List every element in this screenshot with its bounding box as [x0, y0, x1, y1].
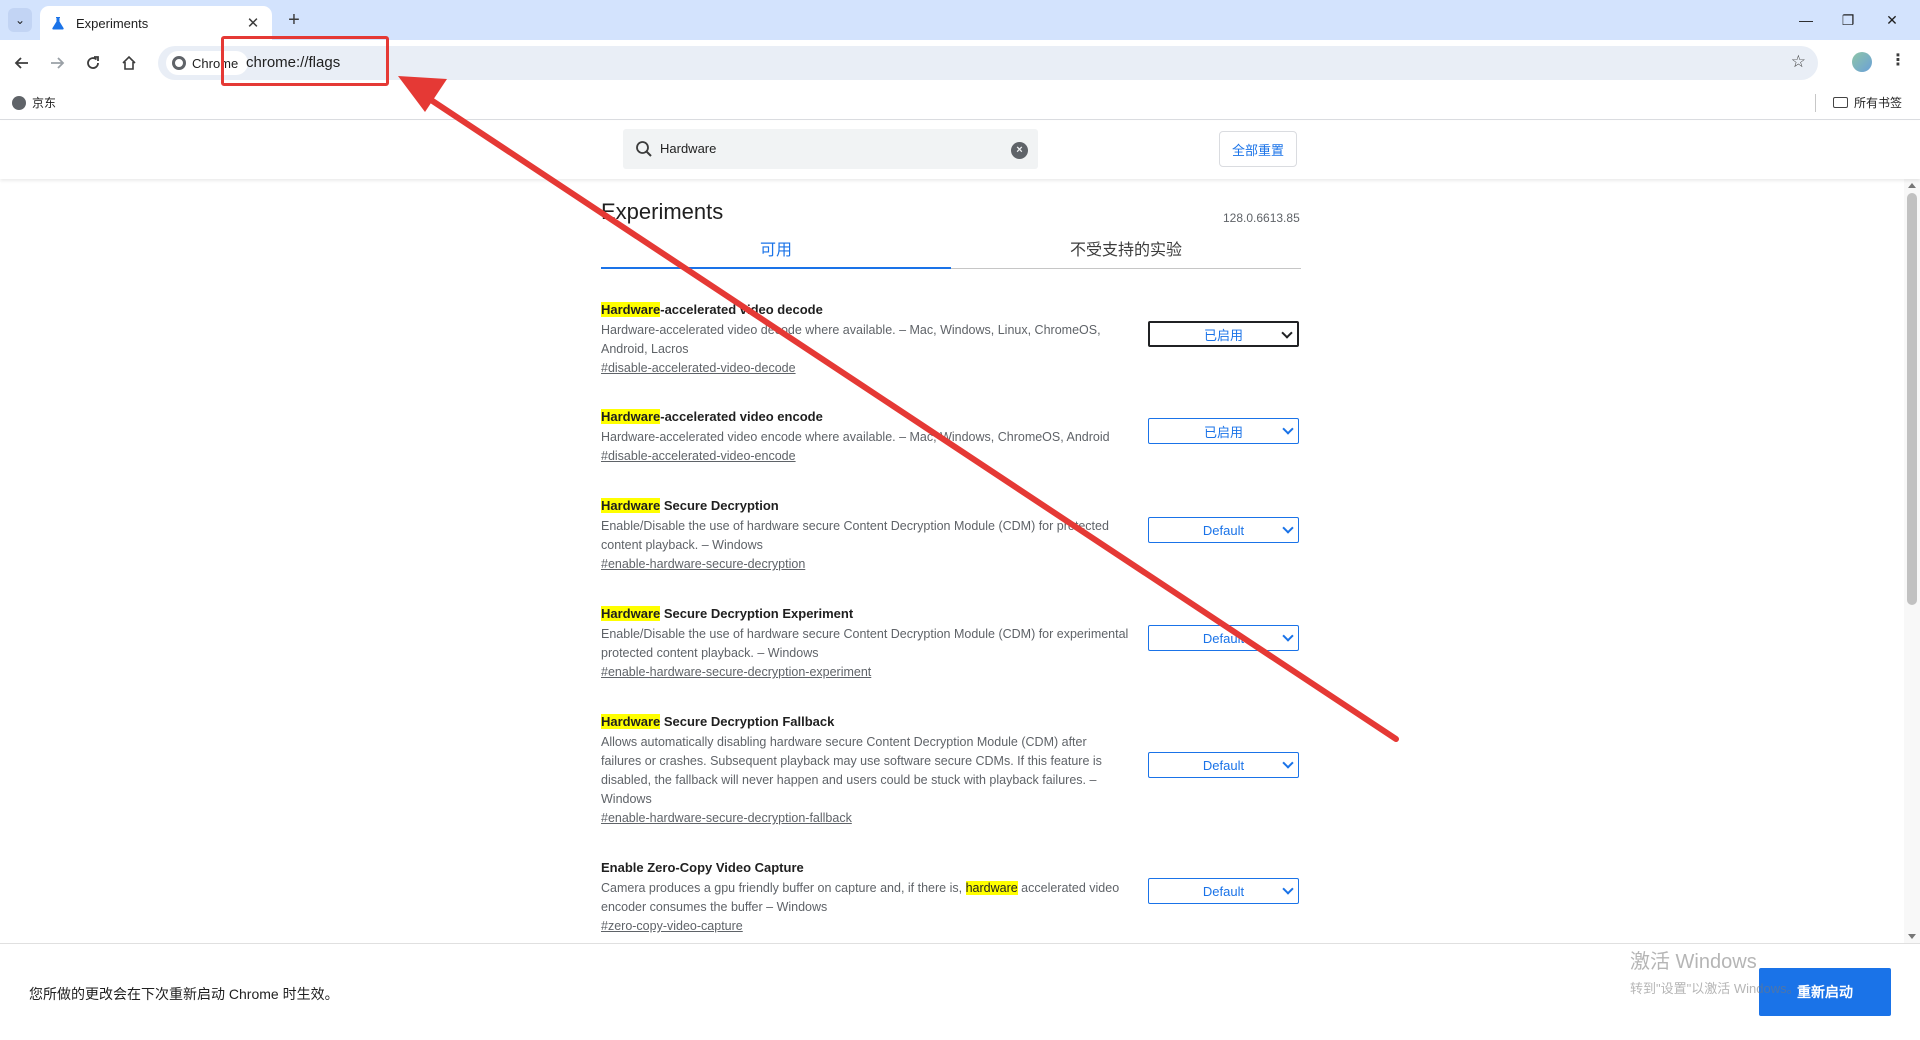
- chevron-down-icon: ⌄: [14, 13, 26, 27]
- watermark-line1: 激活 Windows: [1630, 951, 1757, 973]
- flag-select[interactable]: Default: [1148, 878, 1299, 904]
- watermark-line2: 转到"设置"以激活 Windows。: [1630, 981, 1800, 996]
- chrome-icon: [172, 56, 186, 70]
- activation-watermark: 激活 Windows 转到"设置"以激活 Windows。: [1630, 945, 1800, 997]
- search-highlight: hardware: [965, 881, 1018, 895]
- chevron-down-icon: [1282, 423, 1294, 435]
- tab-close-icon[interactable]: ✕: [244, 14, 262, 32]
- flask-icon: [50, 15, 66, 31]
- chevron-down-icon: [1282, 757, 1294, 769]
- flag-item: Hardware Secure Decryption Experiment En…: [601, 606, 1301, 681]
- flags-header: Hardware × 全部重置: [0, 121, 1920, 179]
- back-icon[interactable]: [10, 51, 34, 75]
- search-highlight: Hardware: [601, 606, 661, 621]
- restart-message: 您所做的更改会在下次重新启动 Chrome 时生效。: [29, 986, 339, 1002]
- profile-avatar[interactable]: [1852, 52, 1872, 72]
- flag-select[interactable]: 已启用: [1148, 418, 1299, 444]
- flag-link[interactable]: #enable-hardware-secure-decryption: [601, 557, 805, 571]
- chevron-down-icon: [1282, 883, 1294, 895]
- tab-search-button[interactable]: ⌄: [8, 8, 32, 32]
- flag-item: Hardware Secure Decryption Fallback Allo…: [601, 714, 1301, 827]
- flag-link[interactable]: #enable-hardware-secure-decryption-fallb…: [601, 811, 852, 825]
- version-label: 128.0.6613.85: [1223, 211, 1300, 225]
- scroll-up-icon[interactable]: [1908, 183, 1916, 188]
- chevron-down-icon: [1282, 522, 1294, 534]
- tab-available[interactable]: 可用: [601, 235, 951, 269]
- page-title: Experiments: [601, 199, 724, 224]
- scrollbar[interactable]: [1904, 179, 1920, 943]
- flags-tabs: 可用 不受支持的实验: [601, 235, 1301, 269]
- annotation-box: [221, 36, 389, 86]
- flags-content: Experiments 128.0.6613.85 可用 不受支持的实验 Har…: [0, 179, 1904, 943]
- flag-description: Enable/Disable the use of hardware secur…: [601, 627, 1129, 660]
- close-window-button[interactable]: ✕: [1864, 0, 1920, 40]
- all-bookmarks-label: 所有书签: [1854, 96, 1903, 110]
- flag-item: Enable Zero-Copy Video Capture Camera pr…: [601, 860, 1301, 935]
- flag-select[interactable]: Default: [1148, 517, 1299, 543]
- bookmark-item[interactable]: 京东: [12, 94, 56, 111]
- address-bar[interactable]: Chrome chrome://flags ☆: [158, 46, 1818, 80]
- search-highlight: Hardware: [601, 302, 661, 317]
- tab-strip: ⌄ Experiments ✕ + — ❐ ✕: [0, 0, 1920, 40]
- select-value: Default: [1202, 757, 1245, 773]
- select-value: Default: [1202, 522, 1245, 538]
- flag-description: Hardware-accelerated video decode where …: [601, 323, 1101, 356]
- home-icon[interactable]: [117, 51, 141, 75]
- tab-experiments[interactable]: Experiments ✕: [40, 6, 272, 40]
- flag-item: Hardware Secure Decryption Enable/Disabl…: [601, 498, 1301, 573]
- tab-title: Experiments: [76, 15, 149, 31]
- flag-name: Hardware-accelerated video decode: [601, 302, 823, 317]
- flag-name: Enable Zero-Copy Video Capture: [601, 860, 804, 875]
- flag-description: Allows automatically disabling hardware …: [601, 735, 1102, 806]
- search-value[interactable]: Hardware: [660, 141, 716, 156]
- flag-link[interactable]: #enable-hardware-secure-decryption-exper…: [601, 665, 871, 679]
- flag-link[interactable]: #disable-accelerated-video-encode: [601, 449, 796, 463]
- divider: [1815, 94, 1816, 112]
- search-icon: [635, 140, 653, 163]
- flag-name: Hardware Secure Decryption: [601, 498, 779, 513]
- search-highlight: Hardware: [601, 409, 661, 424]
- chevron-down-icon: [1282, 630, 1294, 642]
- reload-icon[interactable]: [81, 51, 105, 75]
- select-value: 已启用: [1203, 327, 1243, 343]
- flag-description: Hardware-accelerated video encode where …: [601, 430, 1110, 444]
- flag-select[interactable]: Default: [1148, 752, 1299, 778]
- flag-link[interactable]: #zero-copy-video-capture: [601, 919, 743, 933]
- select-value: 已启用: [1203, 424, 1243, 440]
- new-tab-button[interactable]: +: [282, 9, 306, 33]
- flag-description: Camera produces a gpu friendly buffer on…: [601, 881, 1120, 914]
- bookmark-star-icon[interactable]: ☆: [1791, 52, 1806, 72]
- flag-name: Hardware Secure Decryption Fallback: [601, 714, 835, 729]
- select-value: Default: [1202, 630, 1245, 646]
- flag-name: Hardware Secure Decryption Experiment: [601, 606, 854, 621]
- tab-unavailable[interactable]: 不受支持的实验: [951, 235, 1301, 269]
- flag-select[interactable]: 已启用: [1148, 321, 1299, 347]
- flag-link[interactable]: #disable-accelerated-video-decode: [601, 361, 796, 375]
- flag-select[interactable]: Default: [1148, 625, 1299, 651]
- flag-item: Hardware-accelerated video decode Hardwa…: [601, 302, 1301, 377]
- scroll-down-icon[interactable]: [1908, 934, 1916, 939]
- folder-icon: [1833, 97, 1848, 108]
- bookmarks-bar: 京东 所有书签: [0, 86, 1920, 120]
- bookmark-label: 京东: [32, 96, 57, 110]
- menu-icon[interactable]: ⋮: [1890, 50, 1906, 70]
- search-highlight: Hardware: [601, 714, 661, 729]
- search-highlight: Hardware: [601, 498, 661, 513]
- globe-icon: [12, 95, 26, 110]
- all-bookmarks-button[interactable]: 所有书签: [1833, 94, 1902, 111]
- search-input[interactable]: Hardware ×: [623, 129, 1038, 169]
- forward-icon[interactable]: [45, 51, 69, 75]
- reset-all-button[interactable]: 全部重置: [1219, 131, 1297, 167]
- scrollbar-thumb[interactable]: [1907, 193, 1917, 605]
- clear-search-icon[interactable]: ×: [1011, 142, 1028, 159]
- chevron-down-icon: [1281, 327, 1293, 339]
- flag-description: Enable/Disable the use of hardware secur…: [601, 519, 1109, 552]
- select-value: Default: [1202, 883, 1245, 899]
- flag-item: Hardware-accelerated video encode Hardwa…: [601, 409, 1301, 465]
